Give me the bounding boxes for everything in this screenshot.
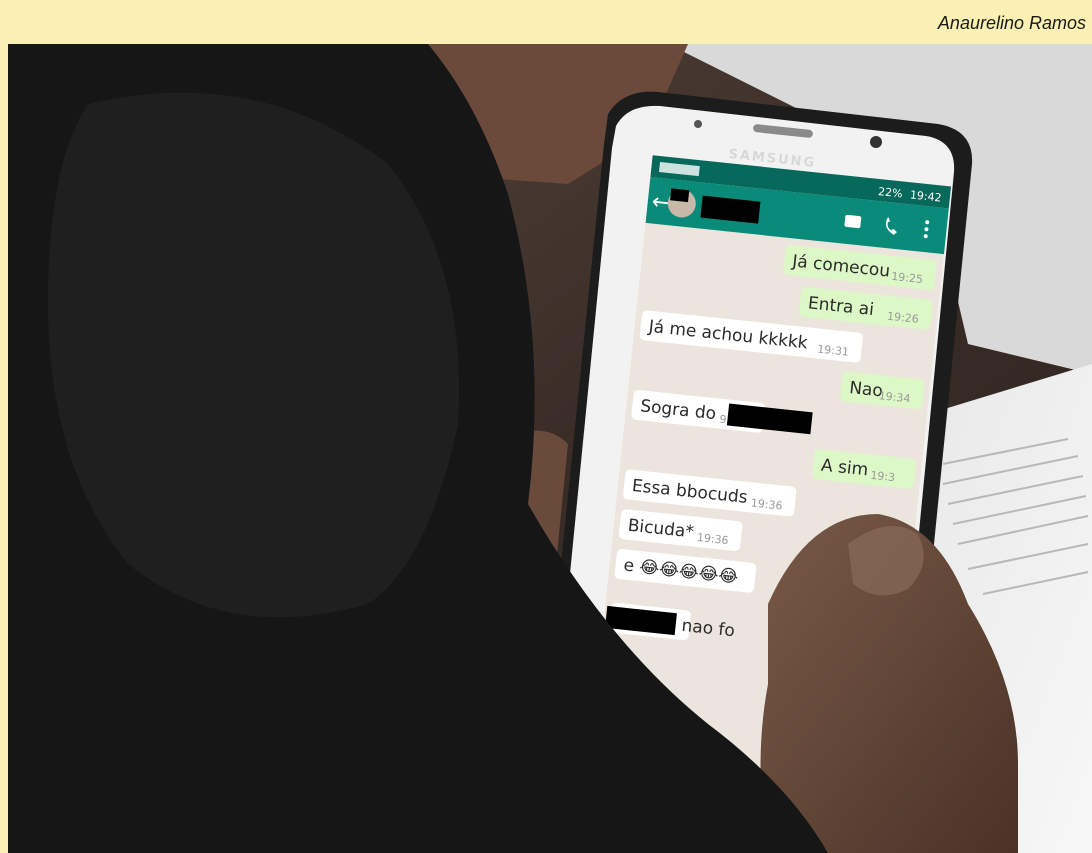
photo: SAMSUNG 22% 19:42 ← Já comecou 19:25 Ent… (8, 44, 1092, 853)
video-call-icon[interactable] (844, 214, 862, 229)
front-camera (870, 136, 882, 148)
redaction-avatar (670, 188, 690, 203)
photo-credit: Anaurelino Ramos (937, 13, 1086, 33)
photo-scene: SAMSUNG 22% 19:42 ← Já comecou 19:25Entr… (8, 44, 1092, 853)
front-sensor (694, 120, 702, 128)
message-time: 19:3 (870, 469, 896, 485)
battery-level: 22% (877, 185, 903, 200)
credit-bar: Anaurelino Ramos (0, 0, 1092, 44)
